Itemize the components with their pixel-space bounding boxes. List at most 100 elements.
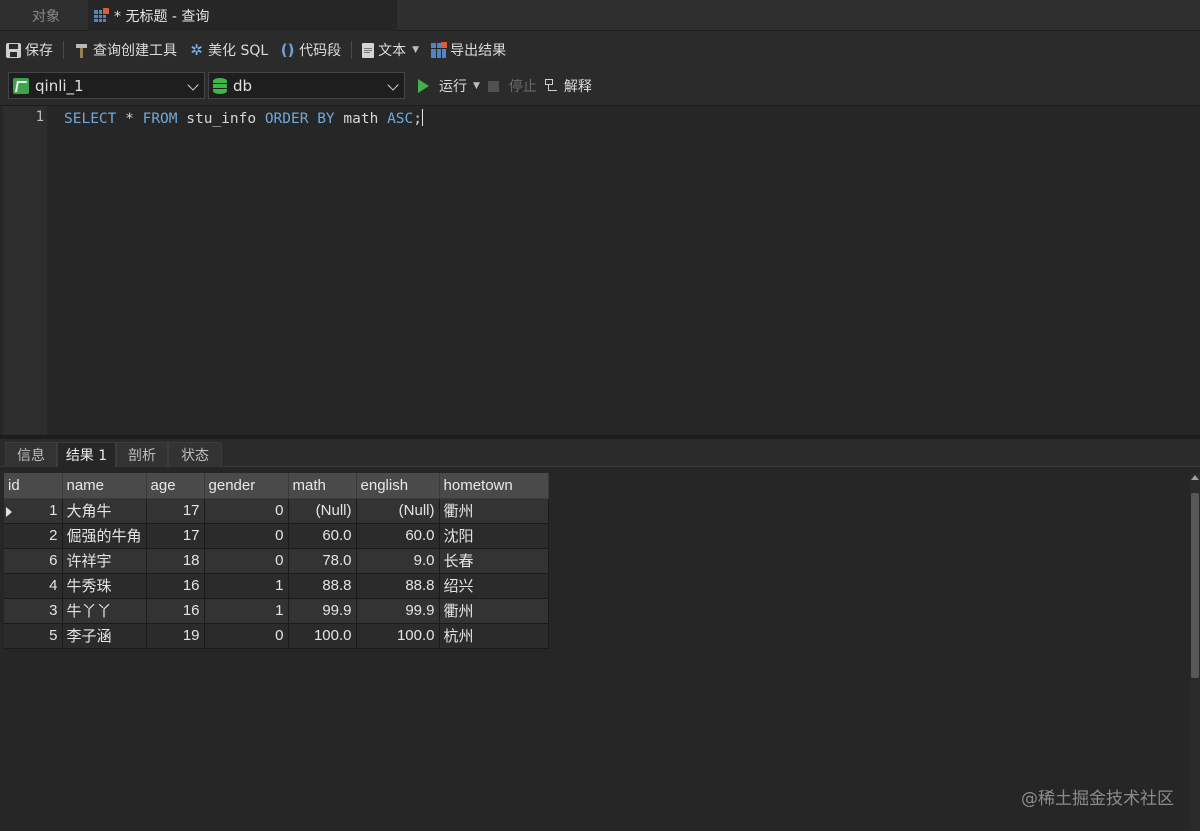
tab-result-1[interactable]: 结果 1 xyxy=(57,442,116,467)
tab-status-label: 状态 xyxy=(181,448,209,464)
cell-age[interactable]: 17 xyxy=(146,523,205,549)
cell-age[interactable]: 18 xyxy=(146,548,205,574)
cell-math[interactable]: (Null) xyxy=(288,498,357,524)
document-tab-bar: 对象 * 无标题 - 查询 xyxy=(0,0,1200,31)
scrollbar-thumb[interactable] xyxy=(1191,493,1199,678)
tab-profile[interactable]: 剖析 xyxy=(116,442,168,467)
cell-english[interactable]: 60.0 xyxy=(356,523,440,549)
table-row[interactable]: 3 牛丫丫 16 1 99.9 99.9 衢州 xyxy=(4,598,549,624)
cell-english[interactable]: 9.0 xyxy=(356,548,440,574)
line-number: 1 xyxy=(35,109,44,125)
cell-hometown[interactable]: 衢州 xyxy=(439,498,549,524)
explain-tree-icon xyxy=(544,79,560,93)
cell-gender[interactable]: 0 xyxy=(204,523,289,549)
query-builder-button[interactable]: 查询创建工具 xyxy=(68,37,183,63)
cell-math[interactable]: 78.0 xyxy=(288,548,357,574)
sql-identifier: math xyxy=(334,111,388,127)
column-header-gender[interactable]: gender xyxy=(204,473,289,499)
cell-age[interactable]: 16 xyxy=(146,573,205,599)
cell-id-value: 1 xyxy=(49,502,58,519)
cell-english[interactable]: (Null) xyxy=(356,498,440,524)
database-select[interactable]: db xyxy=(208,72,405,99)
current-row-arrow-icon xyxy=(6,506,12,517)
result-tab-bar: 信息 结果 1 剖析 状态 xyxy=(0,439,1200,467)
table-row[interactable]: 2 倔强的牛角 17 0 60.0 60.0 沈阳 xyxy=(4,523,549,549)
tab-status[interactable]: 状态 xyxy=(168,442,222,467)
beautify-sql-button[interactable]: ✲ 美化 SQL xyxy=(183,37,274,63)
cell-english[interactable]: 88.8 xyxy=(356,573,440,599)
column-header-name[interactable]: name xyxy=(62,473,147,499)
sql-code-line[interactable]: SELECT * FROM stu_info ORDER BY math ASC… xyxy=(64,109,423,127)
cell-gender[interactable]: 1 xyxy=(204,598,289,624)
table-row[interactable]: 5 李子涵 19 0 100.0 100.0 杭州 xyxy=(4,623,549,649)
cell-age[interactable]: 19 xyxy=(146,623,205,649)
export-results-label: 导出结果 xyxy=(450,43,507,59)
save-button[interactable]: 保存 xyxy=(0,37,59,63)
sql-token: ; xyxy=(413,111,422,127)
vertical-scrollbar[interactable] xyxy=(1190,473,1200,831)
export-table-icon xyxy=(431,41,448,58)
table-row[interactable]: 1 大角牛 17 0 (Null) (Null) 衢州 xyxy=(4,498,549,524)
tab-profile-label: 剖析 xyxy=(128,448,156,464)
cell-id[interactable]: 5 xyxy=(4,623,63,649)
code-snippet-button[interactable]: () 代码段 xyxy=(274,37,347,63)
cell-gender[interactable]: 0 xyxy=(204,498,289,524)
tab-query[interactable]: * 无标题 - 查询 xyxy=(88,0,397,31)
line-number-gutter: 1 xyxy=(3,106,47,436)
stop-button[interactable]: 停止 xyxy=(484,73,541,99)
table-row[interactable]: 4 牛秀珠 16 1 88.8 88.8 绍兴 xyxy=(4,573,549,599)
connection-bar: qinli_1 db 运行 ▼ 停止 解释 xyxy=(0,69,1200,105)
cell-age[interactable]: 16 xyxy=(146,598,205,624)
cell-id[interactable]: 3 xyxy=(4,598,63,624)
cell-age[interactable]: 17 xyxy=(146,498,205,524)
cell-hometown[interactable]: 衢州 xyxy=(439,598,549,624)
cell-id[interactable]: 6 xyxy=(4,548,63,574)
cell-math[interactable]: 60.0 xyxy=(288,523,357,549)
cell-hometown[interactable]: 长春 xyxy=(439,548,549,574)
watermark: @稀土掘金技术社区 xyxy=(1021,789,1174,809)
explain-label: 解释 xyxy=(563,79,592,95)
cell-hometown[interactable]: 沈阳 xyxy=(439,523,549,549)
explain-button[interactable]: 解释 xyxy=(541,73,596,99)
cell-english[interactable]: 99.9 xyxy=(356,598,440,624)
tab-objects-label: 对象 xyxy=(32,8,60,25)
tab-objects[interactable]: 对象 xyxy=(0,0,92,31)
cell-id[interactable]: 1 xyxy=(4,498,63,524)
text-mode-button[interactable]: 文本 ▼ xyxy=(356,37,425,63)
cell-english[interactable]: 100.0 xyxy=(356,623,440,649)
column-header-hometown[interactable]: hometown xyxy=(439,473,549,499)
cell-name[interactable]: 大角牛 xyxy=(62,498,147,524)
cell-name[interactable]: 许祥宇 xyxy=(62,548,147,574)
cell-id[interactable]: 2 xyxy=(4,523,63,549)
run-controls: 运行 ▼ 停止 解释 xyxy=(414,74,596,98)
cell-gender[interactable]: 0 xyxy=(204,623,289,649)
export-results-button[interactable]: 导出结果 xyxy=(425,37,512,63)
cell-math[interactable]: 99.9 xyxy=(288,598,357,624)
column-header-math[interactable]: math xyxy=(288,473,357,499)
chevron-down-icon: ▼ xyxy=(473,81,480,91)
cell-gender[interactable]: 0 xyxy=(204,548,289,574)
cell-name[interactable]: 牛丫丫 xyxy=(62,598,147,624)
query-toolbar: 保存 查询创建工具 ✲ 美化 SQL () 代码段 文本 ▼ 导出结果 xyxy=(0,31,1200,69)
tab-query-label: * 无标题 - 查询 xyxy=(114,8,210,25)
scroll-up-arrow-icon[interactable] xyxy=(1191,475,1199,480)
cell-name[interactable]: 李子涵 xyxy=(62,623,147,649)
cell-math[interactable]: 100.0 xyxy=(288,623,357,649)
tab-info[interactable]: 信息 xyxy=(5,442,57,467)
cell-name[interactable]: 牛秀珠 xyxy=(62,573,147,599)
cell-hometown[interactable]: 杭州 xyxy=(439,623,549,649)
table-row[interactable]: 6 许祥宇 18 0 78.0 9.0 长春 xyxy=(4,548,549,574)
sql-editor[interactable]: 1 SELECT * FROM stu_info ORDER BY math A… xyxy=(0,105,1200,436)
column-header-id[interactable]: id xyxy=(4,473,63,499)
column-header-age[interactable]: age xyxy=(146,473,205,499)
query-table-icon xyxy=(94,8,109,23)
tab-info-label: 信息 xyxy=(17,448,45,464)
cell-hometown[interactable]: 绍兴 xyxy=(439,573,549,599)
cell-math[interactable]: 88.8 xyxy=(288,573,357,599)
connection-select[interactable]: qinli_1 xyxy=(8,72,205,99)
column-header-english[interactable]: english xyxy=(356,473,440,499)
cell-id[interactable]: 4 xyxy=(4,573,63,599)
cell-gender[interactable]: 1 xyxy=(204,573,289,599)
cell-name[interactable]: 倔强的牛角 xyxy=(62,523,147,549)
run-button[interactable]: 运行 ▼ xyxy=(414,73,484,99)
